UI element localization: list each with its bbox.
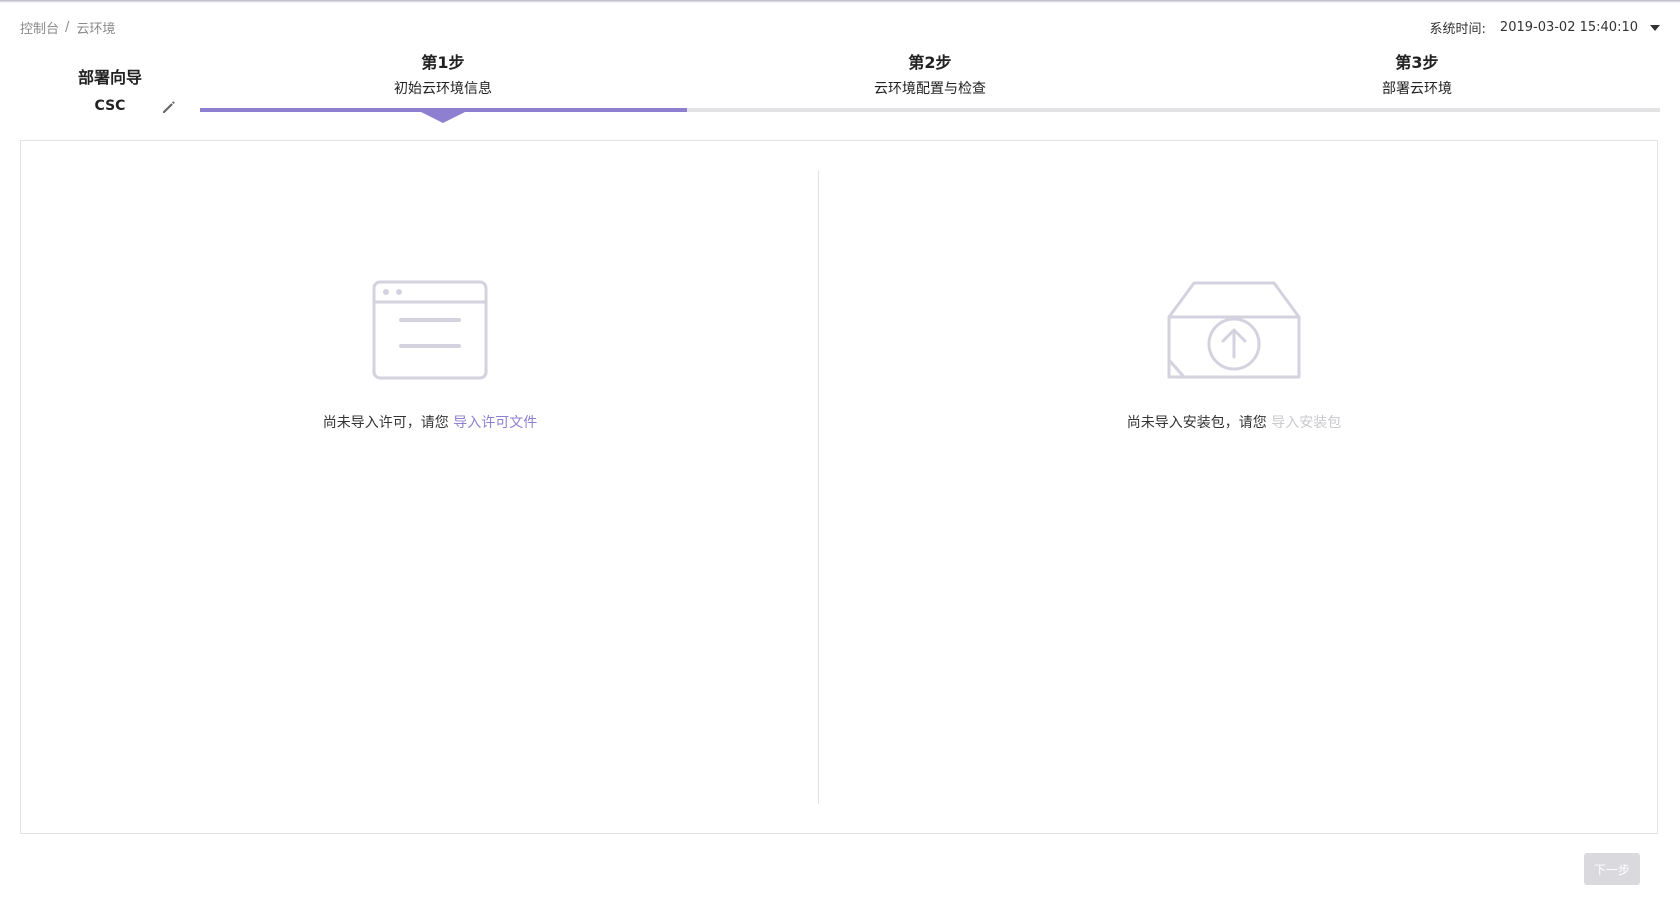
step-title: 云环境配置与检查 [874, 81, 986, 97]
wizard-title: 部署向导 [77, 68, 142, 87]
env-name: CSC [94, 98, 126, 114]
next-step-button[interactable]: 下一步 [1584, 853, 1640, 885]
content-panel [20, 140, 1658, 834]
step-1[interactable]: 第1步 初始云环境信息 [200, 52, 686, 99]
system-time-value: 2019-03-02 15:40:10 [1499, 20, 1638, 35]
box-upload-icon [1167, 281, 1301, 379]
chevron-down-icon[interactable] [1650, 24, 1660, 31]
step-2[interactable]: 第2步 云环境配置与检查 [687, 52, 1173, 99]
breadcrumb-console[interactable]: 控制台 [20, 18, 59, 37]
package-section: 尚未导入安装包，请您 导入安装包 [934, 280, 1534, 432]
breadcrumb-cloud-env: 云环境 [76, 22, 116, 37]
step-title: 部署云环境 [1382, 81, 1452, 97]
panel-divider [818, 170, 819, 804]
pencil-icon[interactable] [161, 99, 177, 115]
license-message: 尚未导入许可，请您 导入许可文件 [130, 412, 730, 432]
license-section: 尚未导入许可，请您 导入许可文件 [130, 280, 730, 432]
step-title: 初始云环境信息 [394, 81, 492, 97]
system-time: 系统时间: 2019-03-02 15:40:10 [1430, 18, 1660, 37]
breadcrumb: 控制台 / 云环境 [20, 18, 115, 37]
system-time-label: 系统时间: [1429, 22, 1486, 37]
steps-header: 第1步 初始云环境信息 第2步 云环境配置与检查 第3步 部署云环境 [200, 52, 1660, 124]
breadcrumb-separator: / [65, 20, 70, 35]
import-license-link[interactable]: 导入许可文件 [453, 415, 537, 431]
import-package-link[interactable]: 导入安装包 [1271, 415, 1341, 431]
package-message-text: 尚未导入安装包，请您 [1126, 415, 1267, 431]
step-number: 第3步 [1395, 53, 1439, 72]
top-shadow [0, 0, 1680, 3]
browser-window-icon [372, 280, 488, 380]
license-message-text: 尚未导入许可，请您 [322, 415, 449, 431]
step-3[interactable]: 第3步 部署云环境 [1174, 52, 1660, 99]
progress-track [200, 108, 1660, 112]
package-message: 尚未导入安装包，请您 导入安装包 [934, 412, 1534, 432]
step-number: 第2步 [908, 53, 952, 72]
step-number: 第1步 [421, 53, 465, 72]
progress-pointer [421, 112, 465, 123]
